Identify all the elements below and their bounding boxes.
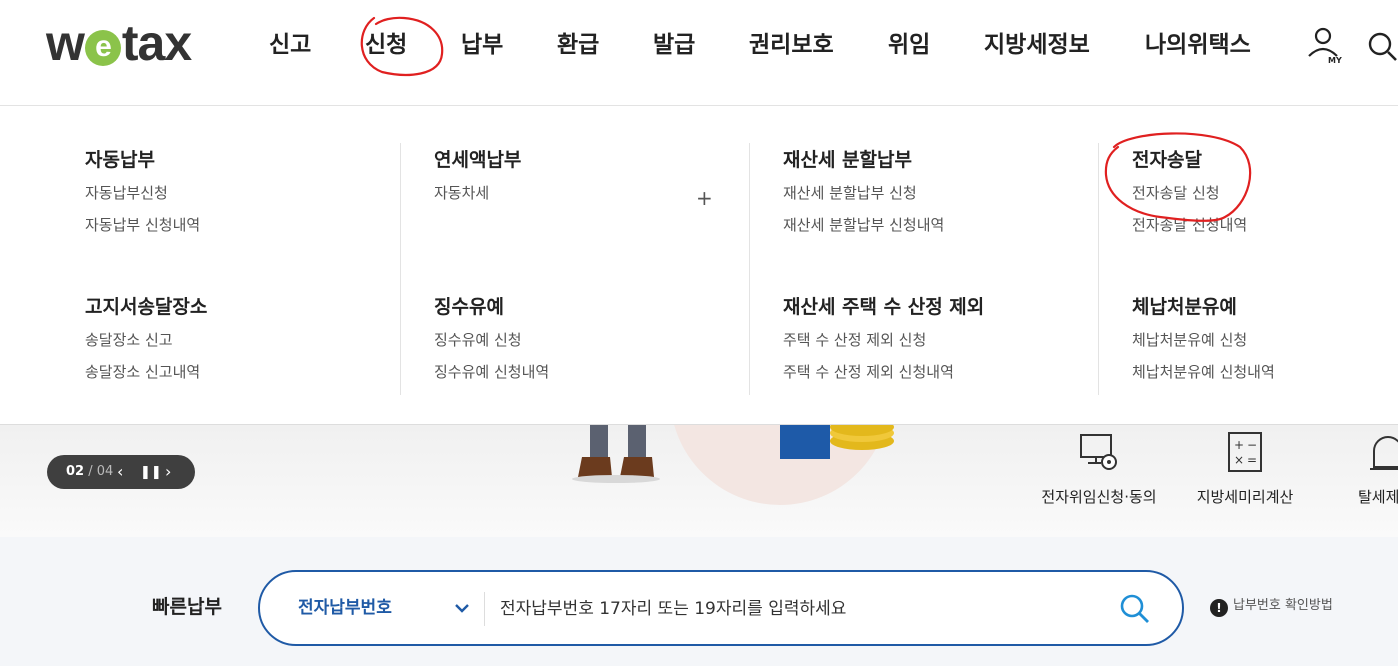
nav-my-wetax[interactable]: 나의위택스 [1145,28,1251,62]
group-title: 재산세 분할납부 [783,149,912,171]
group-title: 연세액납부 [434,149,522,171]
chevron-down-icon[interactable] [452,598,472,618]
pager-count: 02 / 04 [66,464,113,480]
menu-group-delivery-place: 고지서송달장소 송달장소 신고 송달장소 신고내역 [85,290,207,388]
nav-refund[interactable]: 환급 [557,28,599,62]
menu-link[interactable]: 자동납부 신청내역 [85,209,200,241]
quick-pay-section: 빠른납부 전자납부번호 ! 납부번호 확인방법 [0,537,1398,666]
main-banner: 02 / 04 ‹ ❚❚ › 전자위임신청·동의 + − × = 지방세미리계산… [0,425,1398,537]
group-title: 전자송달 [1132,149,1202,171]
pager-total: 04 [96,464,114,479]
my-label: MY [1328,56,1342,65]
svg-text:+: + [1234,438,1244,452]
search-icon[interactable] [1118,592,1152,626]
mega-menu-panel: 자동납부 자동납부신청 자동납부 신청내역 고지서송달장소 송달장소 신고 송달… [0,107,1398,425]
menu-link[interactable]: 체납처분유예 신청내역 [1132,356,1275,388]
siren-icon [1368,431,1398,475]
menu-group-auto-pay: 자동납부 자동납부신청 자동납부 신청내역 [85,143,200,241]
menu-link[interactable]: 재산세 분할납부 신청 [783,177,944,209]
menu-column-4: 전자송달 전자송달 신청 전자송달 신청내역 체납처분유예 체납처분유예 신청 … [1098,143,1398,395]
site-header: w e tax 신고 신청 납부 환급 발급 권리보호 위임 지방세정보 나의위택스… [0,0,1398,106]
quick-pay-label: 빠른납부 [152,596,222,618]
menu-column-3: 재산세 분할납부 재산세 분할납부 신청 재산세 분할납부 신청내역 재산세 주… [749,143,1098,395]
menu-link[interactable]: 자동차세 [434,177,521,209]
calculator-icon: + − × = [1223,431,1267,475]
group-title: 징수유예 [434,296,504,318]
logo-tax: tax [121,15,192,71]
payment-number-help-link[interactable]: ! 납부번호 확인방법 [1210,596,1333,617]
menu-group-collection-deferral: 징수유예 징수유예 신청 징수유예 신청내역 [434,290,549,388]
nav-issue[interactable]: 발급 [653,28,695,62]
info-icon: ! [1210,599,1228,617]
quick-e-delegation[interactable]: 전자위임신청·동의 [1032,431,1166,507]
quick-label: 지방세미리계산 [1196,488,1294,506]
nav-delegation[interactable]: 위임 [888,28,930,62]
payment-number-input[interactable] [500,590,1100,628]
nav-rights-protection[interactable]: 권리보호 [749,28,834,62]
group-title: 자동납부 [85,149,155,171]
svg-text:×: × [1234,453,1244,467]
payment-number-type-select[interactable]: 전자납부번호 [298,596,392,620]
quick-pay-search-box: 전자납부번호 [258,570,1184,646]
svg-text:=: = [1247,453,1257,467]
menu-column-2: 연세액납부 자동차세 + 징수유예 징수유예 신청 징수유예 신청내역 [400,143,749,395]
menu-group-electronic-delivery: 전자송달 전자송달 신청 전자송달 신청내역 [1132,143,1247,241]
menu-link[interactable]: 전자송달 신청 [1132,177,1247,209]
next-icon[interactable]: › [165,462,171,482]
nav-apply[interactable]: 신청 [365,28,407,62]
pause-icon[interactable]: ❚❚ [140,463,162,483]
help-label: 납부번호 확인방법 [1233,598,1333,613]
menu-link[interactable]: 주택 수 산정 제외 신청 [783,324,984,356]
banner-illustration [572,425,894,505]
pager-sep: / [84,464,97,479]
menu-link[interactable]: 체납처분유예 신청 [1132,324,1275,356]
quick-tax-evasion-report[interactable]: 탈세제 [1354,431,1398,507]
logo-w: w [46,15,85,71]
menu-link[interactable]: 징수유예 신청내역 [434,356,549,388]
pager-current: 02 [66,464,85,479]
select-divider [484,592,485,626]
group-title: 고지서송달장소 [85,296,208,318]
monitor-lock-icon [1077,431,1121,475]
menu-column-1: 자동납부 자동납부신청 자동납부 신청내역 고지서송달장소 송달장소 신고 송달… [0,143,349,395]
quick-tax-calculator[interactable]: + − × = 지방세미리계산 [1188,431,1302,507]
menu-group-disposition-deferral: 체납처분유예 체납처분유예 신청 체납처분유예 신청내역 [1132,290,1275,388]
menu-link[interactable]: 전자송달 신청내역 [1132,209,1247,241]
menu-link[interactable]: 징수유예 신청 [434,324,549,356]
menu-link[interactable]: 자동납부신청 [85,177,200,209]
group-title: 체납처분유예 [1132,296,1237,318]
menu-link[interactable]: 송달장소 신고내역 [85,356,207,388]
menu-group-property-installment: 재산세 분할납부 재산세 분할납부 신청 재산세 분할납부 신청내역 [783,143,944,241]
prev-icon[interactable]: ‹ [117,462,123,482]
nav-local-tax-info[interactable]: 지방세정보 [984,28,1090,62]
quick-label: 전자위임신청·동의 [1041,488,1157,506]
menu-link[interactable]: 송달장소 신고 [85,324,207,356]
wetax-logo[interactable]: w e tax [46,15,192,71]
expand-plus-icon[interactable]: + [696,188,713,208]
menu-group-annual-pay: 연세액납부 자동차세 [434,143,521,209]
menu-link[interactable]: 재산세 분할납부 신청내역 [783,209,944,241]
quick-label: 탈세제 [1358,488,1398,506]
logo-e-circle: e [84,30,121,66]
group-title: 재산세 주택 수 산정 제외 [783,296,985,318]
banner-pager: 02 / 04 ‹ ❚❚ › [47,455,195,489]
my-page-icon[interactable]: MY [1304,26,1344,66]
menu-link[interactable]: 주택 수 산정 제외 신청내역 [783,356,984,388]
search-icon[interactable] [1364,26,1398,66]
svg-text:−: − [1247,438,1257,452]
nav-report[interactable]: 신고 [269,28,311,62]
menu-group-house-count-exclusion: 재산세 주택 수 산정 제외 주택 수 산정 제외 신청 주택 수 산정 제외 … [783,290,984,388]
nav-payment[interactable]: 납부 [461,28,503,62]
